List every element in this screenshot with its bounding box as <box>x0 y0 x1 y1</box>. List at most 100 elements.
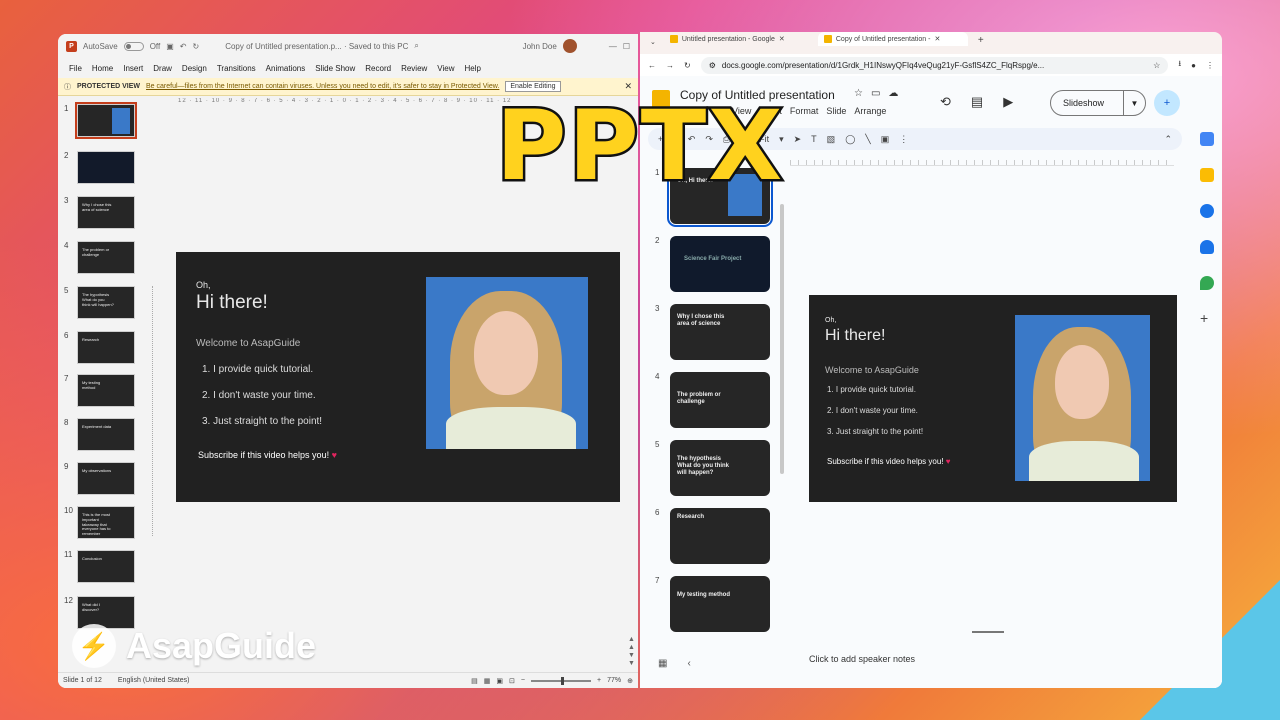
ribbon-tab-slideshow[interactable]: Slide Show <box>310 64 360 73</box>
reading-view-icon[interactable]: ▣ <box>496 677 503 685</box>
more-icon[interactable]: ⋮ <box>899 134 908 145</box>
save-icon[interactable]: ▣ <box>166 42 174 51</box>
ribbon-tab-design[interactable]: Design <box>177 64 212 73</box>
ribbon-tab-animations[interactable]: Animations <box>261 64 311 73</box>
fit-slide-icon[interactable]: ⊕ <box>627 677 633 685</box>
site-info-icon[interactable]: ⚙ <box>709 61 716 70</box>
slide-thumbnail[interactable]: 2 <box>62 151 142 187</box>
scroll-arrows-icon[interactable]: ▲ ▲ ▼ ▼ <box>628 636 636 668</box>
thumbnail-image <box>75 102 137 139</box>
chevron-down-icon[interactable]: ▼ <box>1123 90 1145 116</box>
filmstrip-slide[interactable]: 3 Why I chose this area of science <box>650 304 772 362</box>
star-icon[interactable]: ☆ <box>854 88 863 99</box>
undo-icon[interactable]: ↶ <box>180 42 187 51</box>
comment-add-icon[interactable]: ▣ <box>881 134 890 145</box>
profile-icon[interactable]: ● <box>1191 61 1196 70</box>
image-icon[interactable]: ▧ <box>827 134 836 145</box>
close-icon[interactable]: ✕ <box>934 35 940 43</box>
slide-editor-canvas[interactable]: Oh, Hi there! Welcome to AsapGuide 1. I … <box>809 295 1177 502</box>
maximize-icon[interactable]: ☐ <box>623 42 630 51</box>
ribbon-tab-draw[interactable]: Draw <box>148 64 177 73</box>
redo-icon[interactable]: ↻ <box>193 42 200 51</box>
slide-thumbnail[interactable]: 7 My testing method <box>62 374 142 410</box>
cloud-status-icon[interactable]: ☁ <box>888 88 898 99</box>
list-item: 1. I provide quick tutorial. <box>827 385 916 394</box>
slideshow-button[interactable]: Slideshow ▼ <box>1050 90 1146 116</box>
slide-thumbnail[interactable]: 1 <box>62 102 142 140</box>
share-button[interactable]: + <box>1154 90 1180 116</box>
menu-slide[interactable]: Slide <box>826 106 846 116</box>
contacts-icon[interactable] <box>1200 240 1214 254</box>
new-tab-button[interactable]: + <box>972 35 990 46</box>
move-folder-icon[interactable]: ▭ <box>871 88 880 99</box>
filmstrip-slide[interactable]: 2 Science Fair Project <box>650 236 772 294</box>
ribbon-tab-transitions[interactable]: Transitions <box>212 64 261 73</box>
url-field[interactable]: ⚙ docs.google.com/presentation/d/1Grdk_H… <box>700 56 1169 74</box>
slide-thumbnail[interactable]: 10 This is the most important takeaway t… <box>62 506 142 542</box>
calendar-icon[interactable] <box>1200 132 1214 146</box>
filmstrip-scrollbar[interactable] <box>780 204 784 474</box>
keep-icon[interactable] <box>1200 168 1214 182</box>
notes-resize-handle[interactable] <box>972 631 1004 633</box>
reload-icon[interactable]: ↻ <box>684 61 691 70</box>
autosave-toggle[interactable] <box>123 41 144 51</box>
line-icon[interactable]: ╲ <box>865 134 870 145</box>
slide-thumbnail[interactable]: 3 Why I chose this area of science <box>62 196 142 232</box>
ribbon-tab-home[interactable]: Home <box>87 64 118 73</box>
filmstrip-slide[interactable]: 7 My testing method <box>650 576 772 634</box>
grid-view-icon[interactable]: ▦ <box>658 658 667 669</box>
zoom-out-icon[interactable]: − <box>521 677 525 684</box>
ribbon-tab-insert[interactable]: Insert <box>118 64 148 73</box>
ribbon-tab-record[interactable]: Record <box>360 64 396 73</box>
bookmark-star-icon[interactable]: ☆ <box>1153 61 1160 70</box>
collapse-panel-icon[interactable]: ‹ <box>687 658 690 669</box>
text-box-icon[interactable]: T <box>811 134 817 144</box>
photo-face <box>1055 345 1109 419</box>
avatar[interactable] <box>562 39 577 53</box>
zoom-slider[interactable] <box>531 676 592 685</box>
filmstrip-slide[interactable]: 6 Research <box>650 508 772 566</box>
collapse-icon[interactable]: ⌃ <box>1164 134 1172 145</box>
maps-icon[interactable] <box>1200 276 1214 290</box>
ribbon-tab-view[interactable]: View <box>432 64 459 73</box>
shape-icon[interactable]: ◯ <box>845 134 855 145</box>
slide-thumbnail[interactable]: 8 Experiment data <box>62 418 142 454</box>
add-addon-icon[interactable]: + <box>1200 310 1208 326</box>
normal-view-icon[interactable]: ▤ <box>471 677 478 685</box>
slide-thumbnail[interactable]: 6 Research <box>62 331 142 367</box>
zoom-in-icon[interactable]: + <box>597 677 601 684</box>
close-icon[interactable]: ✕ <box>779 35 785 43</box>
ribbon-tab-file[interactable]: File <box>64 64 87 73</box>
speaker-notes[interactable]: Click to add speaker notes <box>809 654 915 664</box>
menu-kebab-icon[interactable]: ⋮ <box>1206 61 1214 70</box>
slide-thumbnail[interactable]: 5 The hypothesis What do you think will … <box>62 286 142 322</box>
filmstrip-slide[interactable]: 4 The problem or challenge <box>650 372 772 430</box>
slides-favicon-icon <box>823 35 832 43</box>
browser-tab-active[interactable]: Copy of Untitled presentation - ✕ <box>817 32 968 46</box>
protected-view-message[interactable]: Be careful—files from the Internet can c… <box>146 83 499 90</box>
tasks-icon[interactable] <box>1200 204 1214 218</box>
browser-tab[interactable]: Untitled presentation - Google ✕ <box>664 32 814 46</box>
ribbon-tab-review[interactable]: Review <box>396 64 432 73</box>
back-icon[interactable]: ← <box>648 61 656 70</box>
slide-thumbnail[interactable]: 11 Conclusion <box>62 550 142 586</box>
meet-icon[interactable]: ▶ <box>1003 94 1013 110</box>
search-icon[interactable]: ⌕ <box>414 41 418 51</box>
tab-search-icon[interactable]: ⌄ <box>646 38 660 46</box>
forward-icon[interactable]: → <box>666 61 674 70</box>
menu-format[interactable]: Format <box>790 106 819 116</box>
comments-icon[interactable]: ▤ <box>971 94 983 110</box>
ribbon-tab-help[interactable]: Help <box>460 64 486 73</box>
presenter-icon[interactable]: ⊡ <box>509 677 515 685</box>
slide-thumbnail[interactable]: 4 The problem or challenge <box>62 241 142 277</box>
slide-sorter-icon[interactable]: ▦ <box>484 677 491 685</box>
history-icon[interactable]: ⟲ <box>940 94 951 110</box>
slide-canvas[interactable]: Oh, Hi there! Welcome to AsapGuide 1. I … <box>176 252 620 502</box>
slide-thumbnail[interactable]: 9 My observations <box>62 462 142 498</box>
menu-arrange[interactable]: Arrange <box>854 106 886 116</box>
download-icon[interactable]: ⭳ <box>1178 58 1181 72</box>
select-cursor-icon[interactable]: ➤ <box>794 134 802 145</box>
minimize-icon[interactable]: — <box>609 42 617 51</box>
language-status[interactable]: English (United States) <box>118 677 190 684</box>
filmstrip-slide[interactable]: 5 The hypothesis What do you think will … <box>650 440 772 498</box>
